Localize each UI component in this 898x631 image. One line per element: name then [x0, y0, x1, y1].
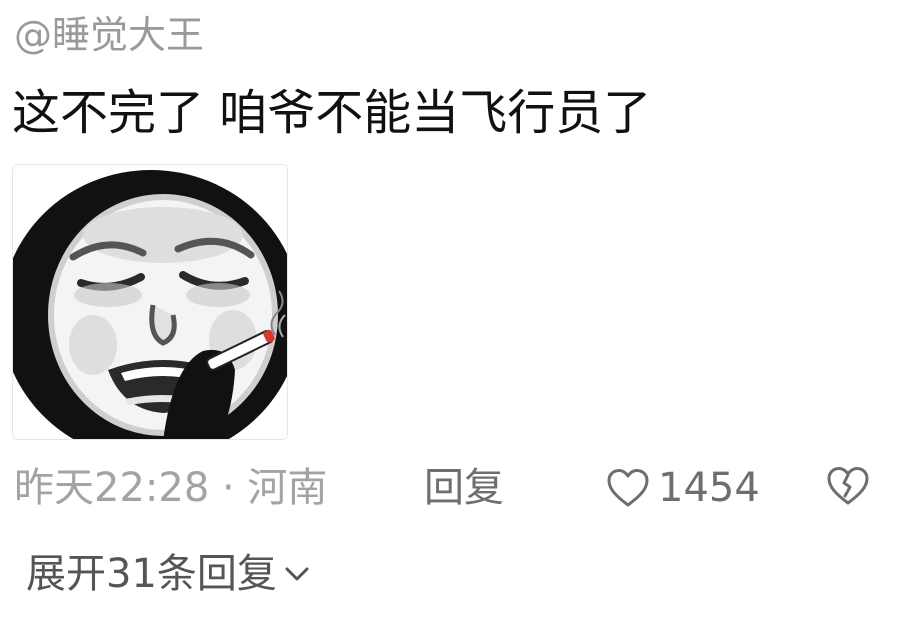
- expand-replies-label: 展开31条回复: [26, 551, 277, 597]
- like-count: 1454: [658, 465, 760, 511]
- like-button[interactable]: 1454: [606, 462, 760, 514]
- comment-sticker-image[interactable]: [12, 164, 288, 440]
- dislike-button[interactable]: [826, 466, 870, 506]
- expand-replies-button[interactable]: 展开31条回复: [26, 548, 311, 600]
- comment-footer: 昨天22:28 · 河南 回复 1454: [14, 462, 884, 514]
- reply-button[interactable]: 回复: [424, 464, 504, 512]
- comment-username[interactable]: @睡觉大王: [14, 12, 204, 58]
- comment-time-location: 昨天22:28 · 河南: [14, 465, 328, 511]
- comment-text: 这不完了 咱爷不能当飞行员了: [12, 85, 652, 141]
- broken-heart-icon: [826, 466, 870, 506]
- heart-outline-icon: [606, 468, 650, 508]
- chevron-down-icon: [277, 564, 311, 584]
- panda-crying-smoking-sticker: [13, 165, 287, 439]
